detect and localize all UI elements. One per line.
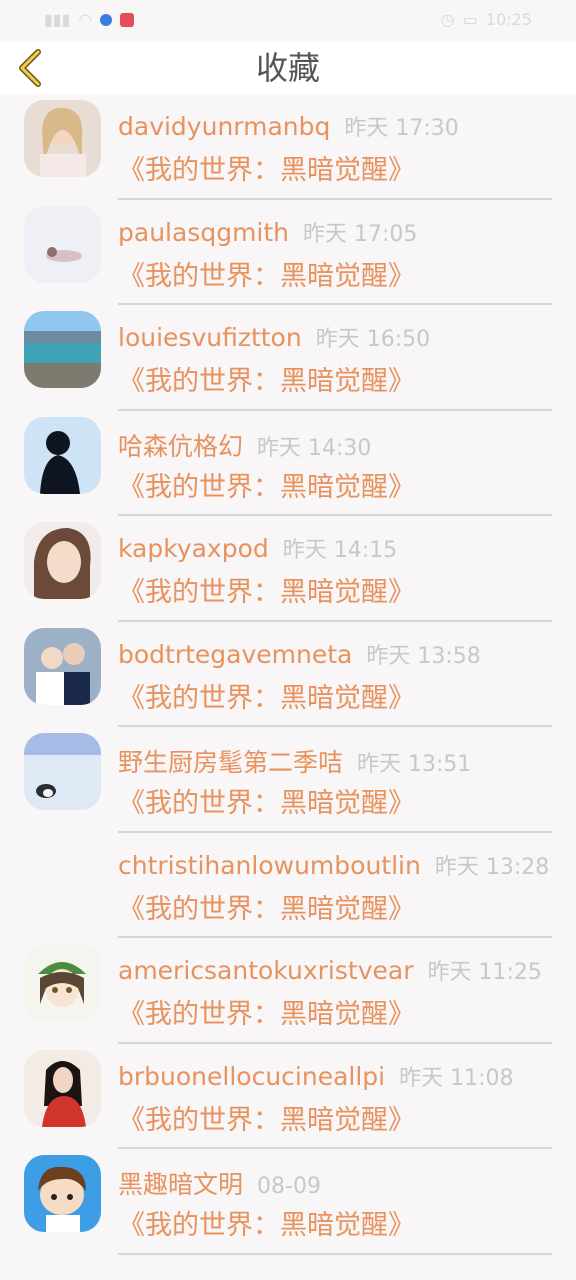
timestamp: 08-09 xyxy=(257,1174,321,1199)
avatar[interactable] xyxy=(24,416,101,494)
timestamp: 昨天 11:25 xyxy=(427,960,542,985)
favorites-list: davidyunrmanbq 昨天 17:30 《我的世界：黑暗觉醒》 paulasq… xyxy=(0,94,576,1255)
username-text: americsantokuxristvear xyxy=(118,956,414,985)
list-item[interactable]: paulasqgmith 昨天 17:05 《我的世界：黑暗觉醒》 xyxy=(0,200,576,305)
avatar[interactable] xyxy=(24,205,101,283)
username: 黑趣暗文明 08-09 xyxy=(118,1165,321,1201)
username: chtristihanlowumboutlin 昨天 13:28 xyxy=(118,849,549,881)
timestamp: 昨天 17:30 xyxy=(344,116,459,141)
status-bar: ▮▮▮ ◠ ◷ ▭ 10:25 xyxy=(0,0,576,42)
battery-icon: ▭ xyxy=(462,10,478,29)
avatar[interactable] xyxy=(24,944,101,1021)
favorite-title: 《我的世界：黑暗觉醒》 xyxy=(118,155,415,186)
list-item[interactable]: chtristihanlowumboutlin 昨天 13:28 《我的世界：黑暗觉… xyxy=(0,833,576,938)
avatar[interactable] xyxy=(24,311,101,388)
timestamp: 昨天 11:08 xyxy=(399,1065,514,1091)
timestamp: 昨天 13:28 xyxy=(434,854,550,880)
list-item[interactable]: louiesvufiztton 昨天 16:50 《我的世界：黑暗觉醒》 xyxy=(0,305,576,411)
username-text: kapkyaxpod xyxy=(118,534,269,563)
favorite-title: 《我的世界：黑暗觉醒》 xyxy=(118,471,415,503)
favorite-title: 《我的世界：黑暗觉醒》 xyxy=(118,366,415,397)
list-item[interactable]: americsantokuxristvear 昨天 11:25 《我的世界：黑暗觉醒… xyxy=(0,938,576,1044)
timestamp: 昨天 14:30 xyxy=(257,435,372,461)
wifi-icon: ◠ xyxy=(78,10,93,29)
username-text: louiesvufiztton xyxy=(118,323,302,352)
signal-icon: ▮▮▮ xyxy=(44,10,71,29)
username-text: davidyunrmanbq xyxy=(118,112,331,141)
divider xyxy=(118,1252,552,1255)
username-text: paulasqgmith xyxy=(118,217,290,247)
favorite-title: 《我的世界：黑暗觉醒》 xyxy=(118,893,415,925)
status-icons-right: ◷ ▭ 10:25 xyxy=(441,10,532,29)
favorite-title: 《我的世界：黑暗觉醒》 xyxy=(118,788,415,819)
page-title: 收藏 xyxy=(255,49,320,87)
avatar[interactable] xyxy=(24,733,101,810)
username: paulasqgmith 昨天 17:05 xyxy=(118,216,417,248)
username-text: 黑趣暗文明 xyxy=(118,1170,244,1199)
username: 野生厨房髦第二季咭 昨天 13:51 xyxy=(118,743,471,779)
list-item[interactable]: 野生厨房髦第二季咭 昨天 13:51 《我的世界：黑暗觉醒》 xyxy=(0,727,576,833)
timestamp: 昨天 13:58 xyxy=(366,643,481,669)
list-item[interactable]: kapkyaxpod 昨天 14:15 《我的世界：黑暗觉醒》 xyxy=(0,516,576,622)
avatar[interactable] xyxy=(24,522,101,599)
timestamp: 昨天 13:51 xyxy=(357,752,472,777)
avatar[interactable] xyxy=(24,1155,101,1232)
username: davidyunrmanbq 昨天 17:30 xyxy=(118,110,459,142)
status-icons-left: ▮▮▮ ◠ xyxy=(44,10,135,29)
username: bodtrtegavemneta 昨天 13:58 xyxy=(118,638,481,670)
alarm-icon: ◷ xyxy=(440,10,455,29)
timestamp: 昨天 16:50 xyxy=(315,327,431,352)
timestamp: 昨天 14:15 xyxy=(282,538,398,563)
favorite-title: 《我的世界：黑暗觉醒》 xyxy=(118,682,415,714)
clock: 10:25 xyxy=(485,10,532,29)
username: louiesvufiztton 昨天 16:50 xyxy=(118,321,430,353)
username: 哈森伉格幻 昨天 14:30 xyxy=(118,427,371,463)
list-item[interactable]: brbuonellocucineallpi 昨天 11:08 《我的世界：黑暗觉醒》 xyxy=(0,1044,576,1149)
timestamp: 昨天 17:05 xyxy=(303,221,418,247)
favorite-title: 《我的世界：黑暗觉醒》 xyxy=(118,577,415,608)
username-text: brbuonellocucineallpi xyxy=(118,1061,386,1091)
favorite-title: 《我的世界：黑暗觉醒》 xyxy=(118,999,415,1030)
avatar[interactable] xyxy=(24,627,101,705)
username-text: 哈森伉格幻 xyxy=(118,431,244,461)
app-notification-icon xyxy=(100,13,113,26)
header-bar: 收藏 xyxy=(0,42,576,94)
username: americsantokuxristvear 昨天 11:25 xyxy=(118,954,542,986)
avatar[interactable] xyxy=(24,1049,101,1127)
username: kapkyaxpod 昨天 14:15 xyxy=(118,532,397,564)
avatar[interactable] xyxy=(24,100,101,177)
username-text: chtristihanlowumboutlin xyxy=(118,850,421,880)
favorite-title: 《我的世界：黑暗觉醒》 xyxy=(118,1104,415,1136)
username-text: 野生厨房髦第二季咭 xyxy=(118,748,344,777)
username-text: bodtrtegavemneta xyxy=(118,639,353,669)
list-item[interactable]: 哈森伉格幻 昨天 14:30 《我的世界：黑暗觉醒》 xyxy=(0,411,576,516)
list-item[interactable]: bodtrtegavemneta 昨天 13:58 《我的世界：黑暗觉醒》 xyxy=(0,622,576,727)
favorite-title: 《我的世界：黑暗觉醒》 xyxy=(118,1210,415,1241)
app-notification-icon-2 xyxy=(120,12,135,27)
username: brbuonellocucineallpi 昨天 11:08 xyxy=(118,1060,514,1092)
list-item[interactable]: 黑趣暗文明 08-09 《我的世界：黑暗觉醒》 xyxy=(0,1149,576,1255)
favorite-title: 《我的世界：黑暗觉醒》 xyxy=(118,260,415,292)
list-item[interactable]: davidyunrmanbq 昨天 17:30 《我的世界：黑暗觉醒》 xyxy=(0,94,576,200)
